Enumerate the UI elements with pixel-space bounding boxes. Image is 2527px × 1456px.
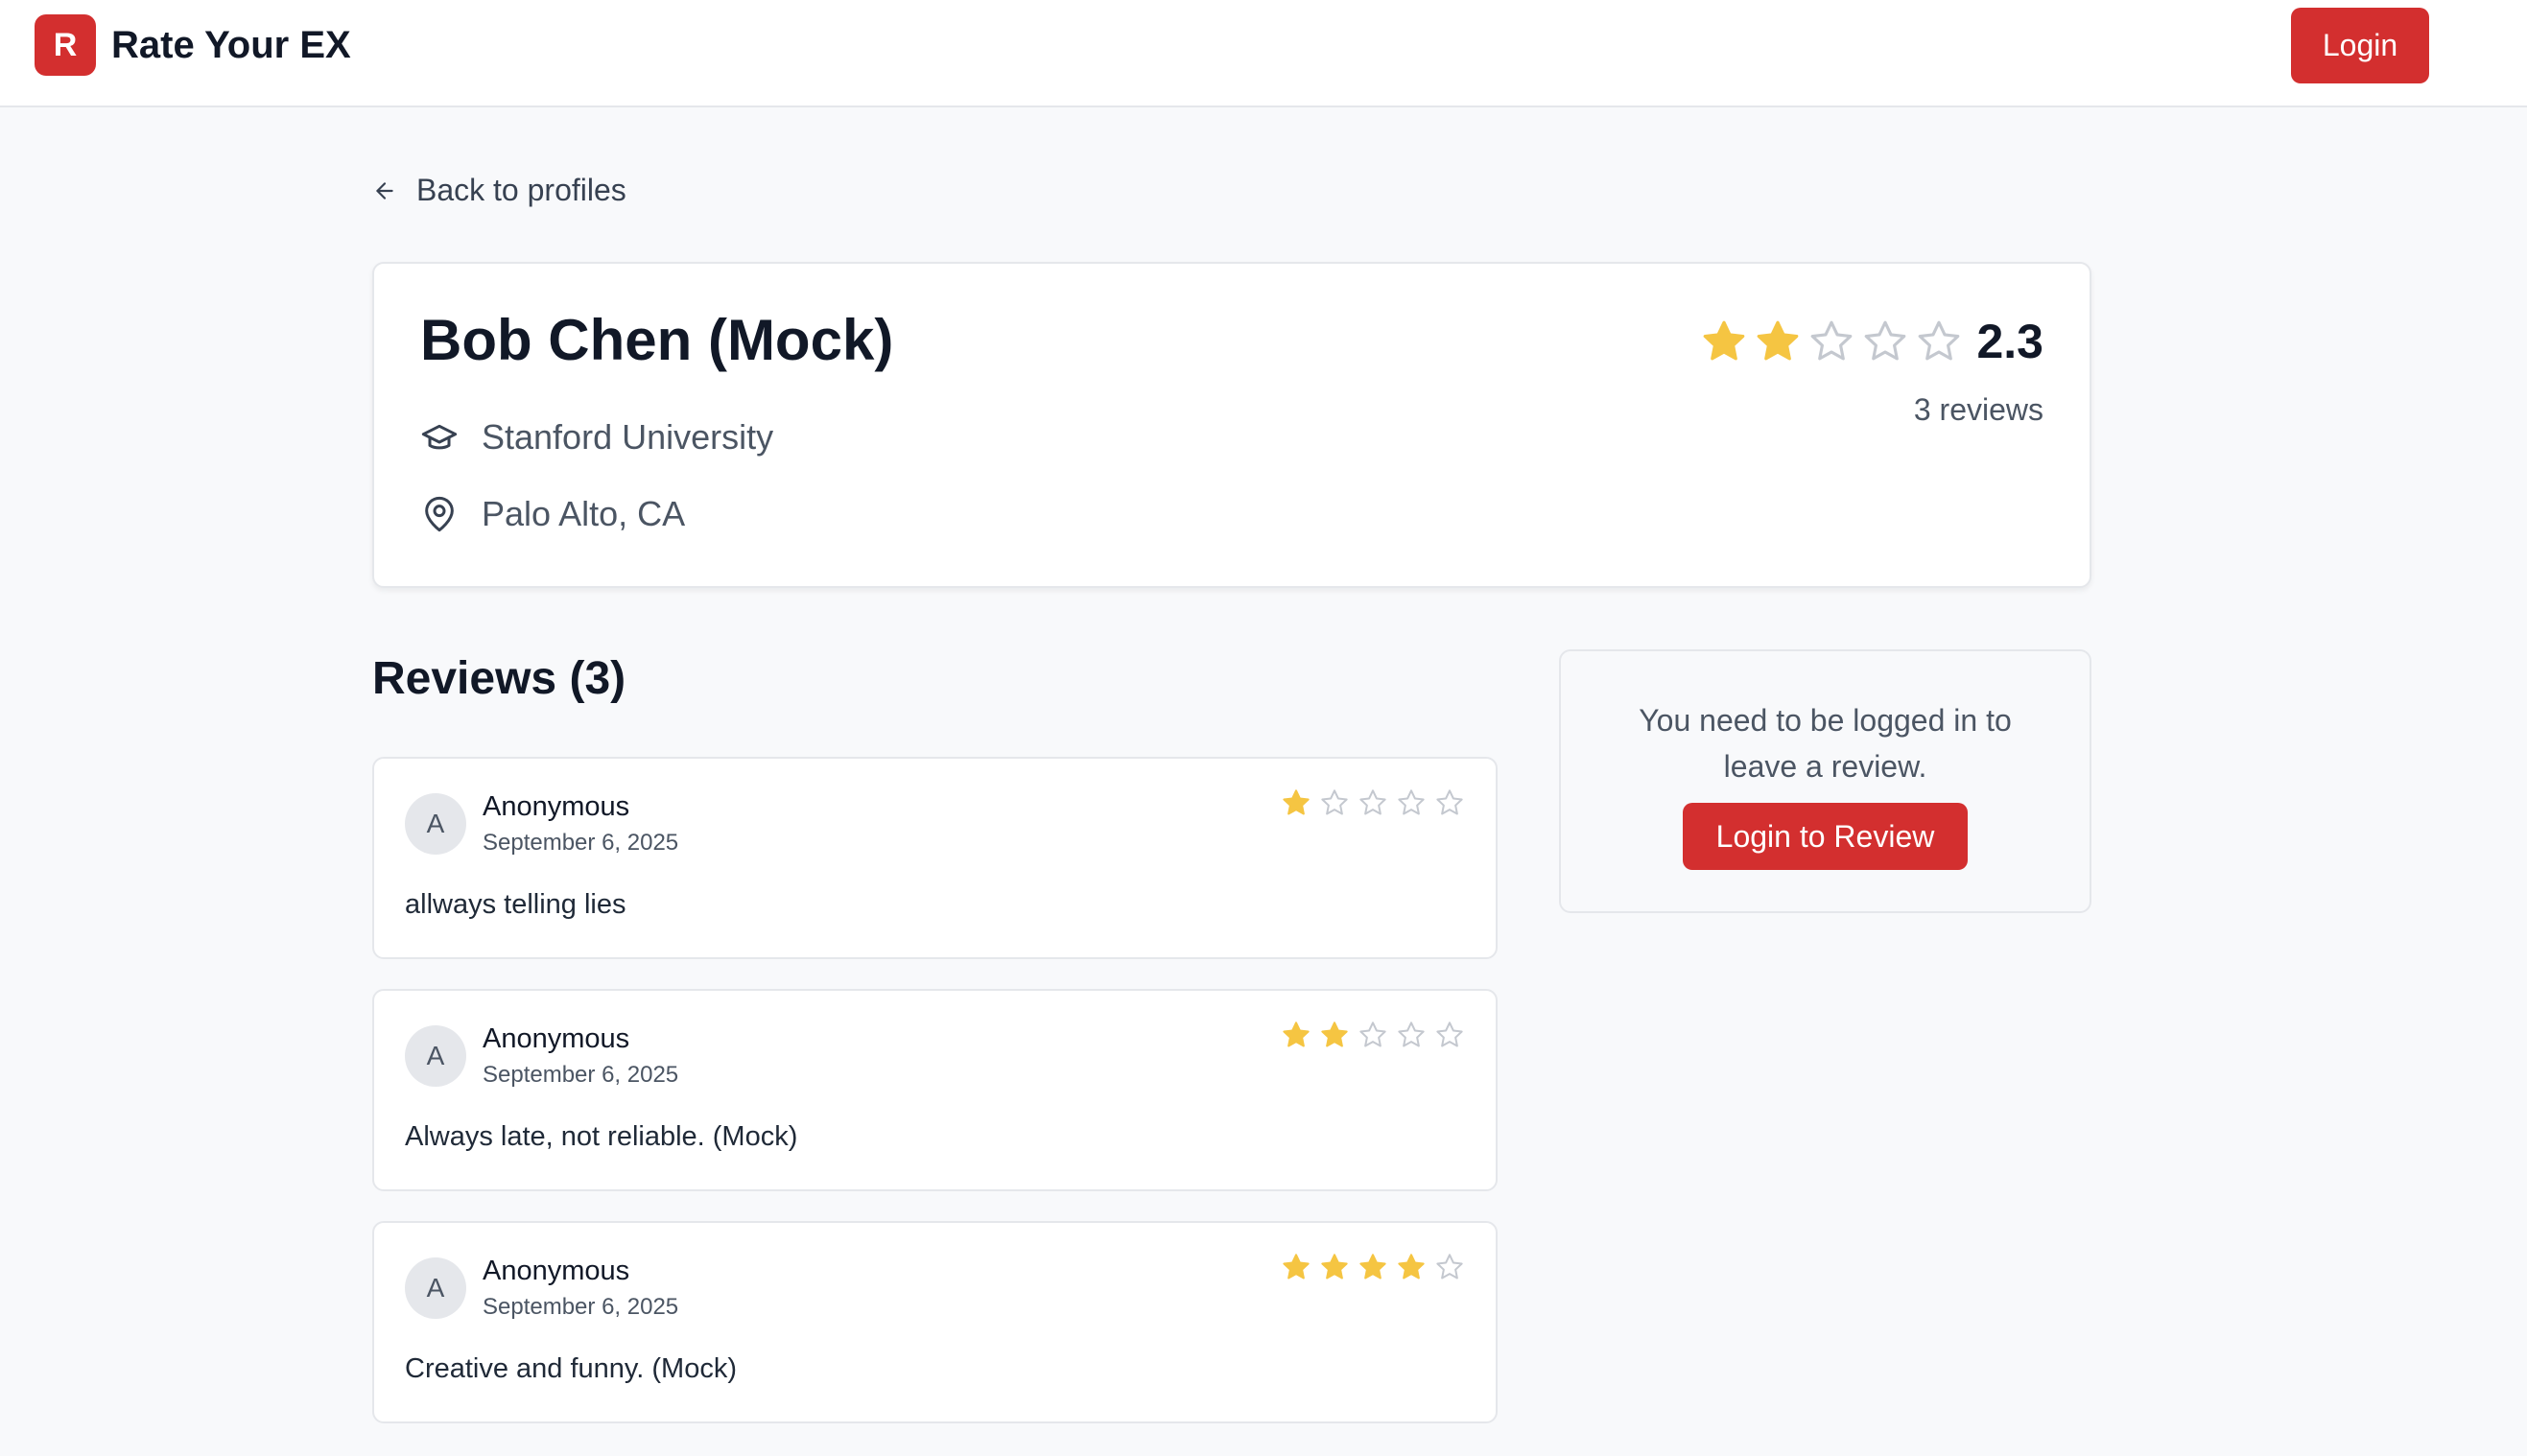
review-card: A Anonymous September 6, 2025 Always lat…	[372, 989, 1498, 1191]
back-to-profiles-link[interactable]: Back to profiles	[372, 173, 626, 208]
avatar: A	[405, 1257, 466, 1319]
review-star-rating	[1281, 787, 1465, 818]
star-empty-icon	[1398, 789, 1425, 815]
rating-value: 2.3	[1976, 315, 2043, 368]
star-empty-icon	[1919, 320, 1960, 361]
star-filled-icon	[1321, 1022, 1348, 1047]
app-name[interactable]: Rate Your EX	[111, 24, 351, 67]
overall-rating: 2.3 3 reviews	[1700, 314, 2043, 428]
review-text: Always late, not reliable. (Mock)	[405, 1121, 798, 1152]
star-filled-icon	[1283, 1022, 1310, 1047]
overall-star-rating	[1700, 317, 1963, 365]
profile-card: Bob Chen (Mock) Stanford University Palo…	[372, 262, 2091, 588]
review-date: September 6, 2025	[483, 1294, 679, 1320]
top-navbar: R Rate Your EX Login	[0, 0, 2527, 107]
profile-school: Stanford University	[420, 417, 773, 458]
login-button[interactable]: Login	[2291, 8, 2429, 83]
star-filled-icon	[1283, 789, 1310, 815]
review-text: allways telling lies	[405, 889, 626, 920]
star-empty-icon	[1321, 789, 1348, 815]
arrow-left-icon	[376, 181, 393, 200]
review-count: 3 reviews	[1913, 392, 2043, 427]
brand-logo[interactable]: R	[35, 14, 96, 76]
avatar: A	[405, 1025, 466, 1087]
graduation-cap-icon	[421, 424, 458, 450]
star-empty-icon	[1359, 1022, 1386, 1047]
profile-name: Bob Chen (Mock)	[420, 308, 894, 372]
star-filled-icon	[1321, 1254, 1348, 1280]
brand[interactable]: R Rate Your EX	[35, 14, 351, 76]
star-empty-icon	[1436, 1022, 1463, 1047]
login-prompt-panel: You need to be logged in to leave a revi…	[1559, 649, 2091, 913]
avatar: A	[405, 793, 466, 855]
reviewer-name: Anonymous	[483, 1256, 630, 1286]
login-to-review-button[interactable]: Login to Review	[1683, 803, 1968, 870]
review-date: September 6, 2025	[483, 1062, 679, 1088]
star-empty-icon	[1436, 1254, 1463, 1280]
review-star-rating	[1281, 1252, 1465, 1282]
profile-location: Palo Alto, CA	[420, 494, 685, 534]
review-star-rating	[1281, 1020, 1465, 1050]
star-filled-icon	[1758, 320, 1799, 361]
star-filled-icon	[1283, 1254, 1310, 1280]
star-filled-icon	[1704, 320, 1745, 361]
back-link-label: Back to profiles	[416, 173, 626, 207]
star-empty-icon	[1436, 789, 1463, 815]
reviewer-name: Anonymous	[483, 791, 630, 822]
review-date: September 6, 2025	[483, 830, 679, 856]
star-filled-icon	[1359, 1254, 1386, 1280]
map-pin-icon	[425, 496, 454, 532]
reviews-heading: Reviews (3)	[372, 653, 626, 704]
reviewer-name: Anonymous	[483, 1023, 630, 1054]
star-empty-icon	[1398, 1022, 1425, 1047]
review-text: Creative and funny. (Mock)	[405, 1353, 737, 1384]
star-empty-icon	[1865, 320, 1906, 361]
star-empty-icon	[1811, 320, 1853, 361]
location-name: Palo Alto, CA	[482, 494, 686, 533]
star-empty-icon	[1359, 789, 1386, 815]
star-filled-icon	[1398, 1254, 1425, 1280]
login-prompt-message: You need to be logged in to leave a revi…	[1639, 703, 2012, 784]
review-card: A Anonymous September 6, 2025 Creative a…	[372, 1221, 1498, 1423]
school-name: Stanford University	[482, 417, 774, 457]
review-card: A Anonymous September 6, 2025 allways te…	[372, 757, 1498, 959]
